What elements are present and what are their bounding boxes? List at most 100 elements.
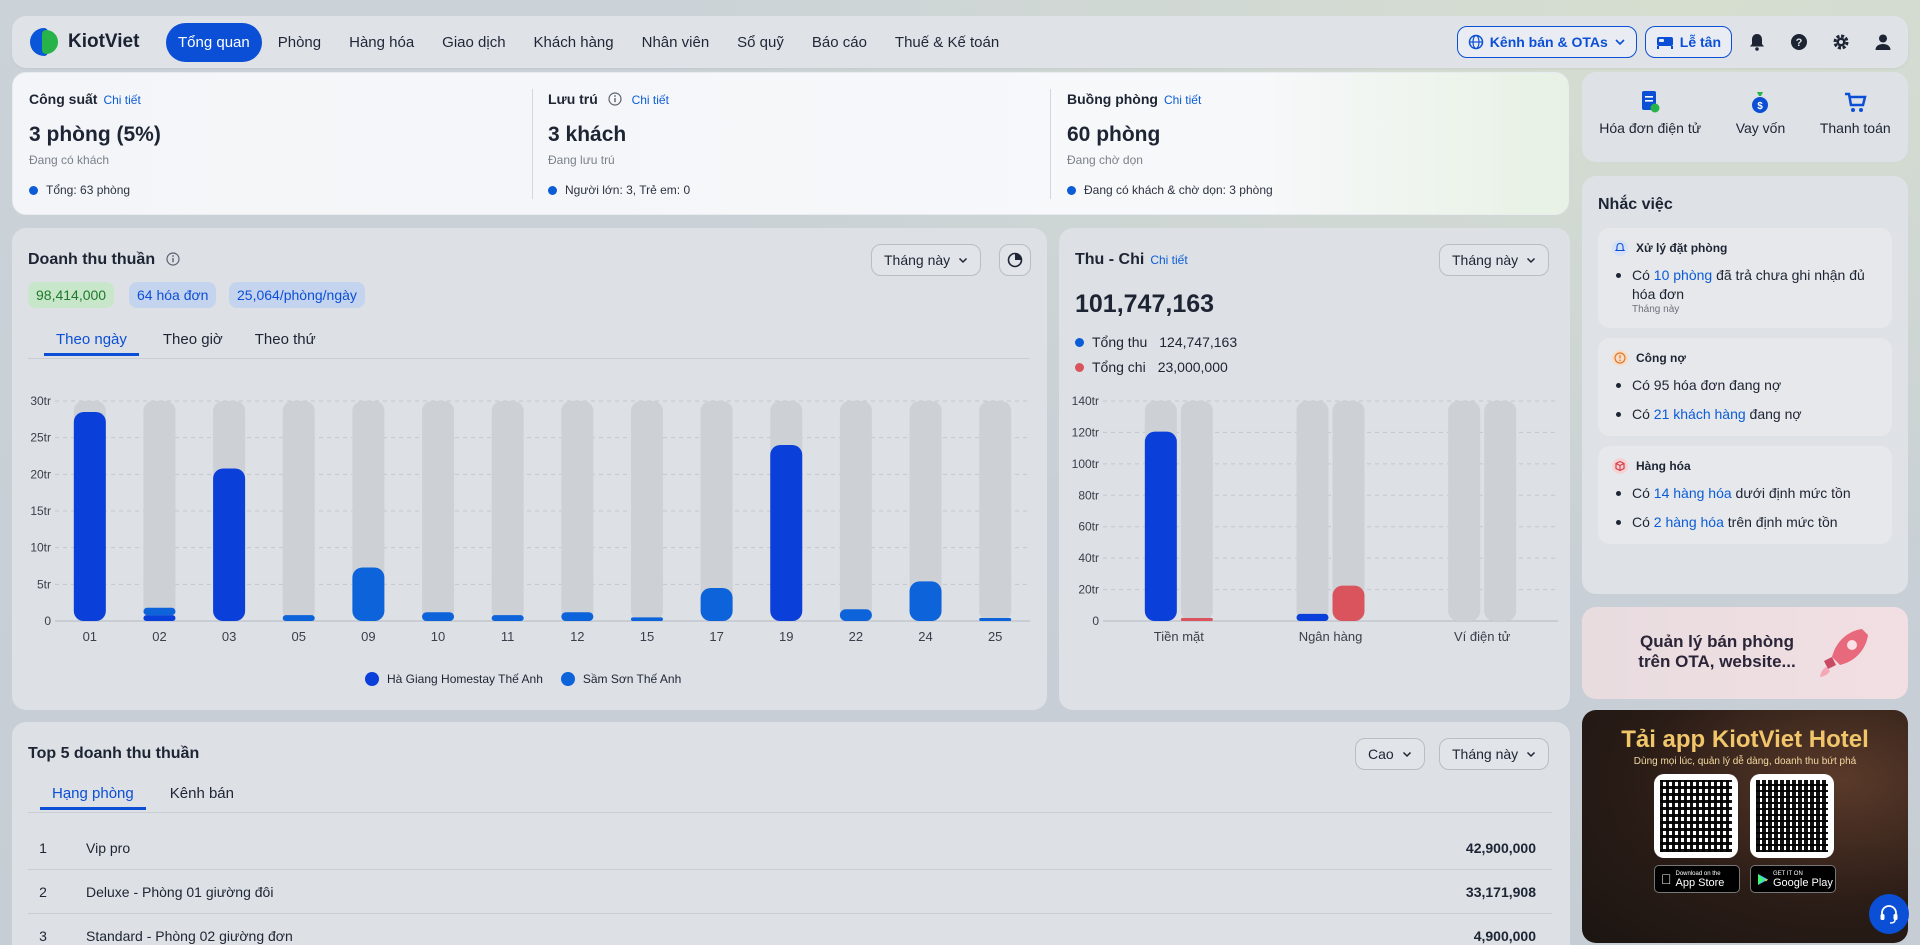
expense-label: Tổng chi bbox=[1092, 359, 1146, 375]
help-button[interactable]: ? bbox=[1782, 25, 1816, 59]
settings-button[interactable] bbox=[1824, 25, 1858, 59]
row-name: Standard - Phòng 02 giường đơn bbox=[86, 928, 293, 944]
goods-link[interactable]: 2 hàng hóa bbox=[1654, 514, 1724, 530]
payment-shortcut[interactable]: Thanh toán bbox=[1820, 90, 1891, 136]
booking-reminder-item: Có 10 phòng đã trả chưa ghi nhận đủ hóa … bbox=[1612, 266, 1878, 316]
app-banner-subtitle: Dùng mọi lúc, quản lý dễ dàng, doanh thu… bbox=[1633, 756, 1857, 767]
table-row[interactable]: 3 Standard - Phòng 02 giường đơn 4,900,000 bbox=[28, 914, 1552, 945]
play-store-icon bbox=[1758, 873, 1768, 885]
row-name: Deluxe - Phòng 01 giường đôi bbox=[86, 883, 274, 900]
y-tick-label: 60tr bbox=[1078, 520, 1099, 534]
income-label: Tổng thu bbox=[1092, 334, 1148, 350]
kpi-stay-detail-link[interactable]: Chi tiết bbox=[632, 93, 669, 107]
menu-item-overview[interactable]: Tổng quan bbox=[166, 22, 262, 62]
kpi-occupancy: Công suất Chi tiết 3 phòng (5%) Đang có k… bbox=[29, 73, 529, 216]
divider bbox=[1050, 89, 1051, 199]
google-play-badge[interactable]: GET IT ON Google Play bbox=[1750, 865, 1836, 893]
tab-room-class[interactable]: Hạng phòng bbox=[40, 778, 146, 810]
cashflow-period-select[interactable]: Tháng này bbox=[1439, 244, 1550, 276]
cashflow-detail-link[interactable]: Chi tiết bbox=[1150, 253, 1187, 267]
text: Có bbox=[1632, 485, 1654, 501]
bar-track bbox=[491, 401, 524, 621]
rooms-link[interactable]: 10 phòng bbox=[1654, 267, 1712, 283]
bar-income bbox=[1144, 431, 1177, 621]
legend-label: Hà Giang Homestay Thế Anh bbox=[387, 672, 543, 686]
sales-channels-button[interactable]: Kênh bán & OTAs bbox=[1456, 26, 1637, 58]
menu-item-goods[interactable]: Hàng hóa bbox=[337, 24, 426, 61]
chart-type-button[interactable] bbox=[999, 244, 1031, 276]
income-value: 124,747,163 bbox=[1159, 334, 1238, 350]
revenue-period-select[interactable]: Tháng này bbox=[871, 244, 982, 276]
top5-sort-select[interactable]: Cao bbox=[1355, 738, 1425, 770]
debt-reminder[interactable]: Công nợ Có 95 hóa đơn đang nợ Có 21 khác… bbox=[1598, 338, 1892, 436]
bar-track bbox=[630, 401, 663, 621]
brand-name: KiotViet bbox=[68, 31, 140, 52]
account-button[interactable] bbox=[1866, 25, 1900, 59]
kpi-occupancy-title: Công suất Chi tiết bbox=[29, 91, 141, 107]
support-chat-button[interactable] bbox=[1869, 894, 1909, 934]
ota-promo-text: Quản lý bán phòng trên OTA, website... bbox=[1638, 632, 1796, 671]
kpi-stay-label: Lưu trú bbox=[548, 91, 598, 107]
tab-sales-channel[interactable]: Kênh bán bbox=[158, 778, 246, 810]
alert-icon bbox=[1612, 350, 1628, 366]
kpi-housekeeping-detail-link[interactable]: Chi tiết bbox=[1164, 93, 1201, 107]
divider bbox=[532, 89, 533, 199]
booking-reminder-title: Xử lý đặt phòng bbox=[1636, 241, 1728, 255]
globe-icon bbox=[1468, 34, 1484, 50]
top5-tabs: Hạng phòng Kênh bán bbox=[40, 778, 246, 810]
bar-track bbox=[422, 401, 455, 621]
x-tick-label: 12 bbox=[570, 629, 584, 644]
table-row[interactable]: 2 Deluxe - Phòng 01 giường đôi 33,171,908 bbox=[28, 870, 1552, 914]
kpi-occupancy-detail-link[interactable]: Chi tiết bbox=[103, 93, 140, 107]
chevron-down-icon bbox=[1615, 39, 1625, 46]
revenue-total-chip: 98,414,000 bbox=[28, 282, 115, 308]
tab-by-day[interactable]: Theo ngày bbox=[44, 324, 139, 356]
customers-link[interactable]: 21 khách hàng bbox=[1654, 406, 1746, 422]
y-tick-label: 40tr bbox=[1078, 551, 1099, 565]
x-tick-label: 09 bbox=[361, 629, 375, 644]
kpi-occupancy-sub: Đang có khách bbox=[29, 153, 110, 167]
x-tick-label: 11 bbox=[501, 629, 515, 644]
money-bag-icon: $ bbox=[1752, 92, 1769, 113]
bar-series-2 bbox=[143, 607, 176, 616]
cashflow-period-value: Tháng này bbox=[1452, 252, 1519, 268]
bed-icon bbox=[1656, 37, 1673, 49]
bar-series-2 bbox=[422, 612, 455, 621]
ota-promo-banner[interactable]: Quản lý bán phòng trên OTA, website... bbox=[1582, 607, 1908, 699]
info-icon bbox=[608, 92, 622, 106]
y-tick-label: 100tr bbox=[1072, 457, 1099, 471]
e-invoice-shortcut[interactable]: Hóa đơn điện tử bbox=[1599, 90, 1701, 136]
goods-link[interactable]: 14 hàng hóa bbox=[1654, 485, 1732, 501]
menu-item-tax-accounting[interactable]: Thuế & Kế toán bbox=[883, 24, 1011, 61]
booking-reminder[interactable]: Xử lý đặt phòng Có 10 phòng đã trả chưa … bbox=[1598, 228, 1892, 328]
tab-by-weekday[interactable]: Theo thứ bbox=[243, 324, 328, 356]
rocket-icon bbox=[1820, 629, 1868, 677]
e-invoice-label: Hóa đơn điện tử bbox=[1599, 120, 1702, 136]
table-row[interactable]: 1 Vip pro 42,900,000 bbox=[28, 826, 1552, 870]
payment-label: Thanh toán bbox=[1819, 120, 1891, 136]
menu-item-customers[interactable]: Khách hàng bbox=[522, 24, 626, 61]
row-rank: 2 bbox=[39, 883, 47, 900]
bar-series-2 bbox=[909, 581, 942, 621]
goods-reminder[interactable]: Hàng hóa Có 14 hàng hóa dưới định mức tồ… bbox=[1598, 446, 1892, 544]
menu-item-rooms[interactable]: Phòng bbox=[266, 24, 333, 61]
notifications-button[interactable] bbox=[1740, 25, 1774, 59]
brand-logo[interactable]: KiotViet bbox=[28, 26, 166, 58]
menu-item-cashbook[interactable]: Sổ quỹ bbox=[725, 24, 796, 61]
menu-item-staff[interactable]: Nhân viên bbox=[630, 24, 722, 61]
invoice-count-chip: 64 hóa đơn bbox=[129, 282, 217, 308]
app-store-badge[interactable]:  Download on theApp Store bbox=[1654, 865, 1740, 893]
bell-icon bbox=[1612, 240, 1628, 256]
top5-period-select[interactable]: Tháng này bbox=[1439, 738, 1550, 770]
menu-item-reports[interactable]: Báo cáo bbox=[800, 24, 879, 61]
reception-label: Lễ tân bbox=[1679, 34, 1721, 50]
kpi-housekeeping-title: Buồng phòng Chi tiết bbox=[1067, 91, 1201, 107]
tab-by-hour[interactable]: Theo giờ bbox=[151, 324, 235, 356]
menu-item-transactions[interactable]: Giao dịch bbox=[430, 24, 517, 61]
x-tick-label: Ví điện tử bbox=[1454, 629, 1511, 644]
loan-shortcut[interactable]: $ Vay vốn bbox=[1736, 90, 1785, 136]
goods-reminder-item: Có 14 hàng hóa dưới định mức tồn bbox=[1612, 484, 1878, 503]
reception-button[interactable]: Lễ tân bbox=[1644, 26, 1732, 58]
cashflow-bar-chart: 0 20tr 40tr 60tr 80tr 100tr 120tr 140tr Tiền mặt… bbox=[1072, 394, 1558, 644]
kpi-housekeeping-sub: Đang chờ dọn bbox=[1067, 153, 1143, 167]
